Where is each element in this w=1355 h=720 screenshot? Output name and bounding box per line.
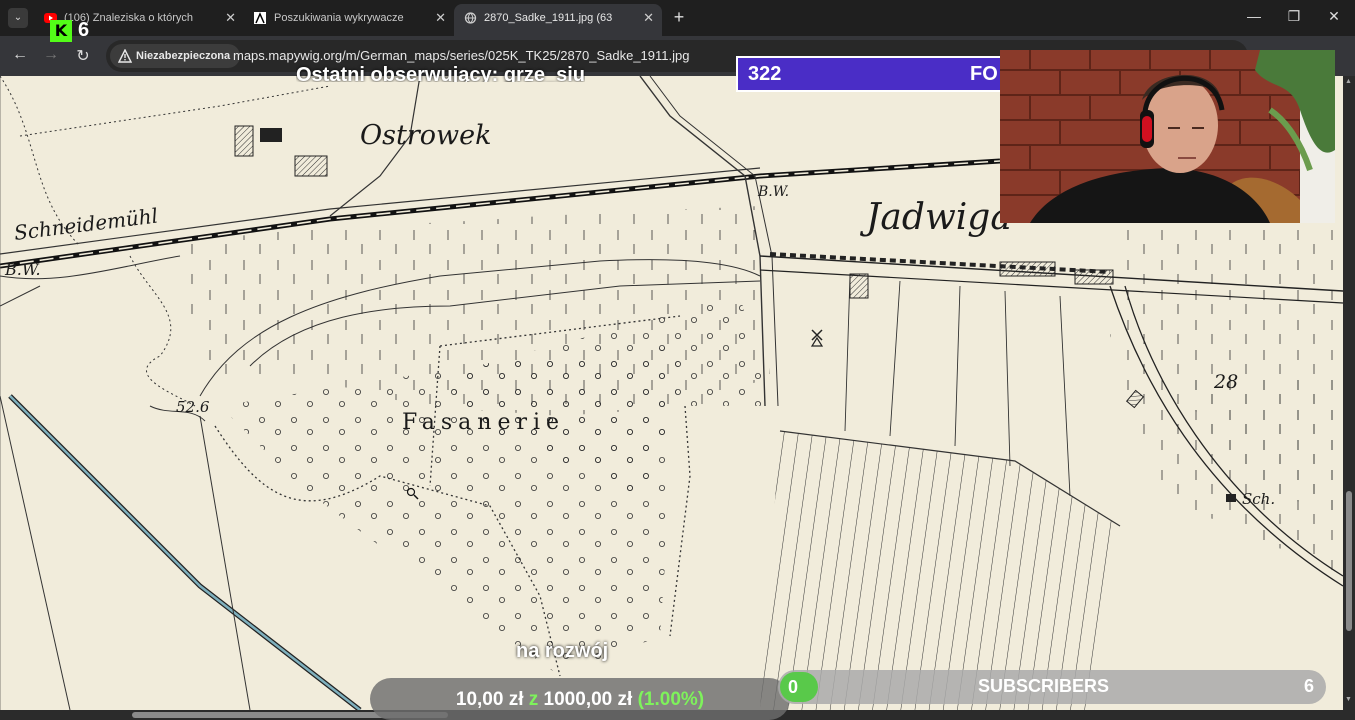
webcam-feed bbox=[1000, 50, 1335, 223]
map-label-ostrowek: Ostrowek bbox=[360, 120, 491, 151]
map-label-jadwiga: Jadwiga bbox=[859, 197, 1012, 238]
security-label: Niezabezpieczona bbox=[136, 50, 231, 62]
map-label-bw-center: B.W. bbox=[757, 184, 789, 200]
webcam-image bbox=[1000, 50, 1335, 223]
vertical-scrollbar[interactable]: ▲ ▼ bbox=[1343, 76, 1355, 720]
donation-goal-bar: 10,00 zł z 1000,00 zł (1.00%) bbox=[370, 678, 790, 720]
reload-button[interactable]: ↻ bbox=[73, 46, 93, 66]
globe-icon bbox=[464, 12, 477, 24]
donation-target: 1000,00 zł bbox=[543, 689, 633, 710]
scroll-down-icon[interactable]: ▼ bbox=[1345, 696, 1352, 703]
subscriber-current: 0 bbox=[780, 672, 818, 702]
subscriber-goal-bar: 0 SUBSCRIBERS 6 bbox=[778, 670, 1326, 704]
url-text[interactable]: maps.mapywig.org/m/German_maps/series/02… bbox=[233, 48, 689, 63]
donation-separator: z bbox=[528, 689, 539, 710]
site-icon bbox=[254, 12, 266, 24]
tab-search-button[interactable]: ⌄ bbox=[8, 8, 28, 28]
scroll-up-icon[interactable]: ▲ bbox=[1345, 78, 1352, 85]
kick-viewer-count: 6 bbox=[78, 19, 90, 41]
goal-label: FO bbox=[970, 63, 998, 85]
tab-bar: ⌄ (106) Znaleziska o których marz ✕ Posz… bbox=[0, 0, 1355, 36]
security-chip[interactable]: Niezabezpieczona bbox=[110, 44, 241, 68]
map-label-elevation: 52.6 bbox=[176, 398, 210, 416]
map-label-fasanerie: Fasanerie bbox=[402, 410, 565, 435]
new-tab-button[interactable]: + bbox=[670, 7, 688, 28]
kick-logo: K bbox=[50, 20, 72, 42]
restore-button[interactable]: ❐ bbox=[1284, 8, 1304, 25]
tab-title: Poszukiwania wykrywaczem - zd bbox=[274, 12, 404, 24]
donation-current: 10,00 zł bbox=[455, 689, 524, 710]
map-label-sch: Sch. bbox=[1242, 490, 1275, 508]
tab-title: 2870_Sadke_1911.jpg (6308×67 bbox=[484, 12, 612, 24]
tab-close-icon[interactable]: ✕ bbox=[643, 4, 654, 32]
donation-percent: (1.00%) bbox=[637, 689, 705, 710]
tab-close-icon[interactable]: ✕ bbox=[435, 4, 446, 32]
map-label-bw-left: B.W. bbox=[4, 260, 41, 279]
map-label-28: 28 bbox=[1213, 371, 1238, 393]
donation-goal-title: na rozwój bbox=[516, 640, 609, 662]
forward-button[interactable]: → bbox=[41, 46, 61, 64]
close-window-button[interactable]: ✕ bbox=[1324, 8, 1344, 25]
warning-icon bbox=[118, 49, 132, 63]
goal-number: 322 bbox=[748, 63, 782, 85]
back-button[interactable]: ← bbox=[10, 46, 30, 64]
donation-goal-text: 10,00 zł z 1000,00 zł (1.00%) bbox=[370, 689, 790, 711]
tab-map-image[interactable]: 2870_Sadke_1911.jpg (6308×67 ✕ bbox=[454, 4, 662, 36]
subscriber-goal-label: SUBSCRIBERS bbox=[978, 676, 1110, 696]
tab-wykrywacz[interactable]: Poszukiwania wykrywaczem - zd ✕ bbox=[244, 4, 454, 32]
tab-close-icon[interactable]: ✕ bbox=[225, 4, 236, 32]
last-follower-overlay: Ostatni obserwujący: grze_siu bbox=[296, 64, 585, 82]
subscriber-goal-target: 6 bbox=[1304, 676, 1315, 696]
vertical-scroll-thumb[interactable] bbox=[1346, 491, 1352, 631]
minimize-button[interactable]: — bbox=[1244, 8, 1264, 24]
goal-banner: 322 FO bbox=[736, 56, 1036, 92]
